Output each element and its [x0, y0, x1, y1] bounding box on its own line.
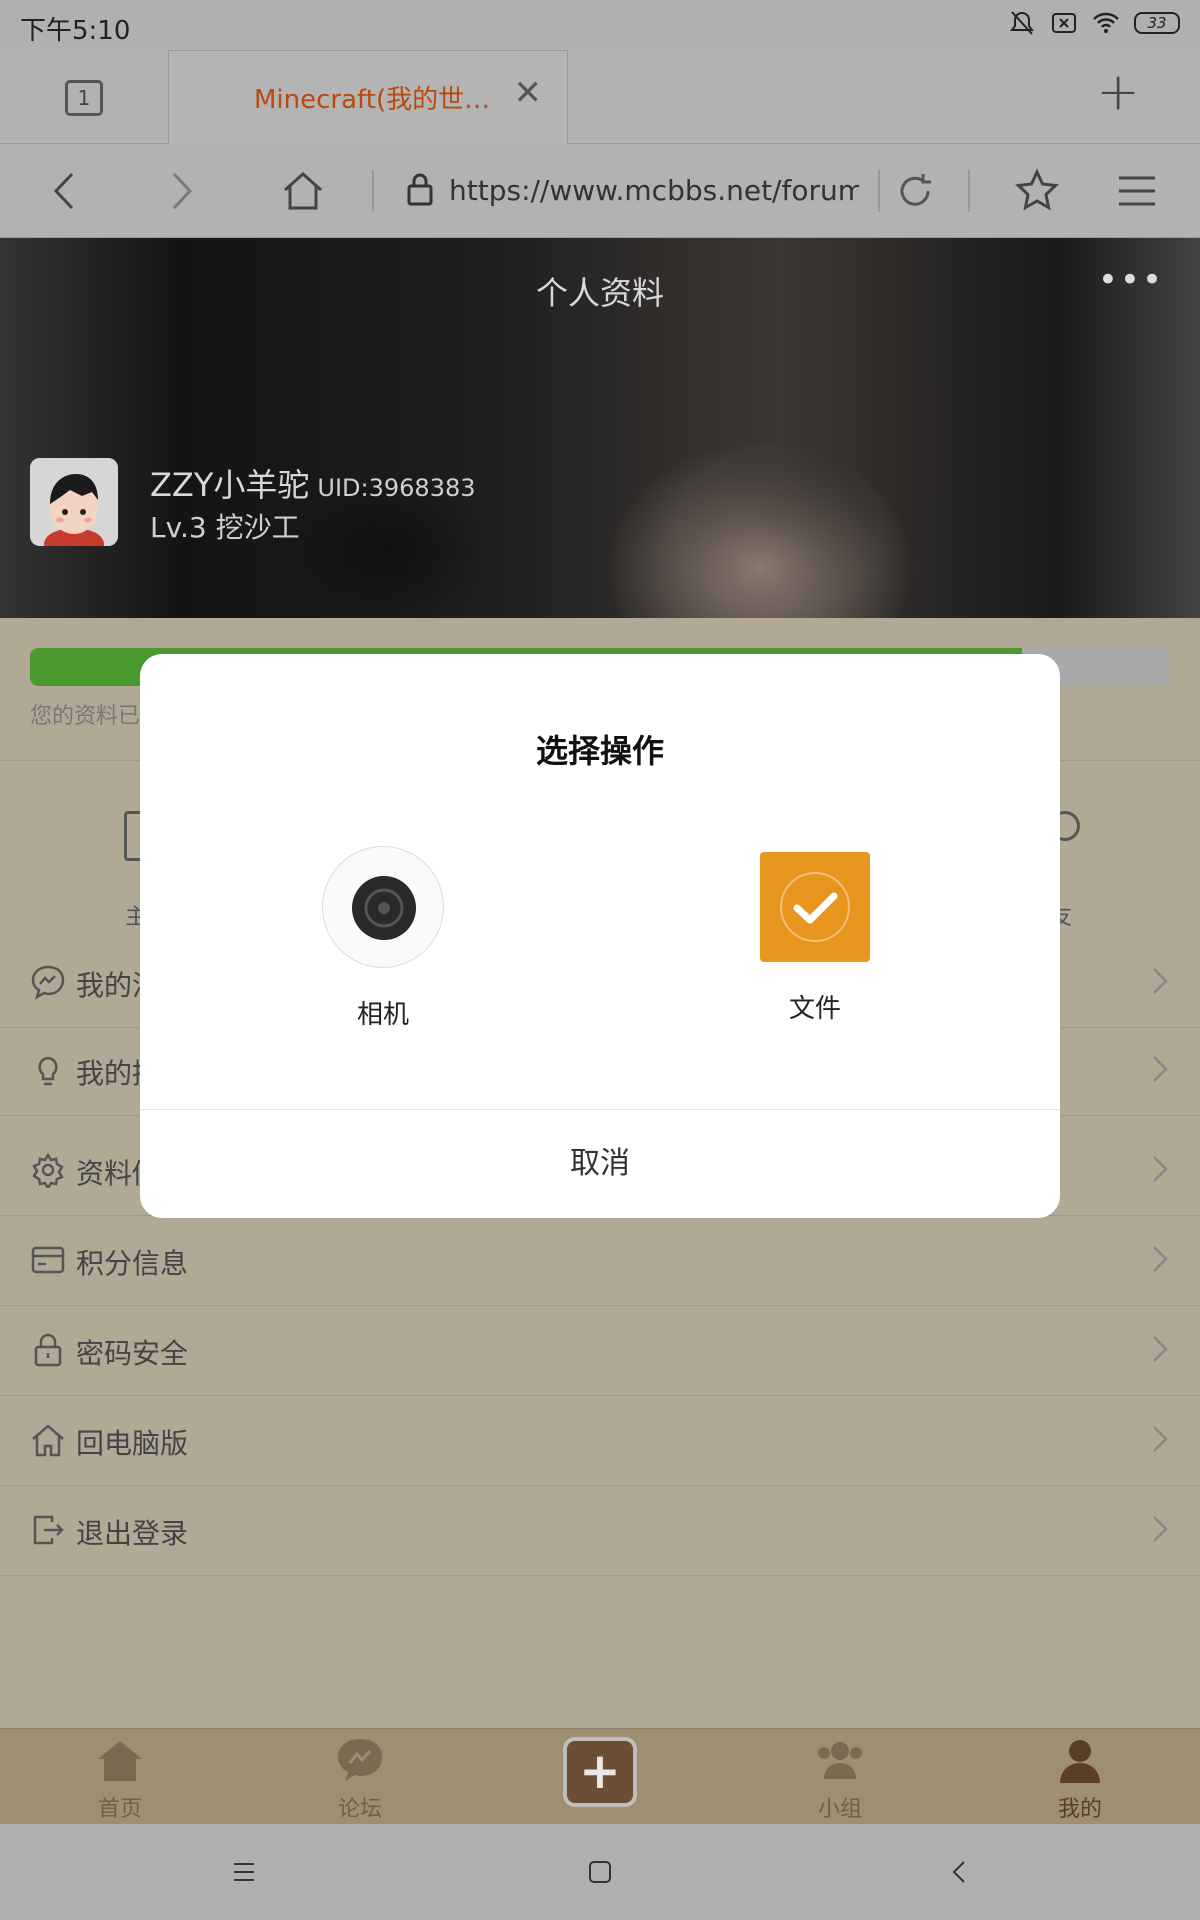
home-icon [98, 1741, 142, 1781]
file-option[interactable]: 文件 [725, 846, 905, 1025]
bottom-nav-forum[interactable]: 论坛 [300, 1737, 420, 1823]
menu-icon[interactable] [1114, 168, 1160, 214]
gear-icon [30, 1152, 66, 1191]
nav-divider [372, 170, 374, 212]
lock-icon [407, 173, 433, 206]
dialog-title: 选择操作 [535, 732, 664, 770]
page-title: 个人资料 [535, 274, 664, 312]
chevron-right-icon [1153, 968, 1168, 994]
profile-header: 个人资料 ••• ZZY小羊驼 UID:3968383 Lv.3 挖沙工 [0, 238, 1200, 618]
home-square-icon[interactable] [588, 1860, 612, 1884]
choose-action-dialog: 选择操作 相机 文件 取消 [140, 654, 1060, 1218]
bottom-nav: 首页 论坛 + 小组 我的 [0, 1728, 1200, 1824]
chevron-right-icon [1153, 1056, 1168, 1082]
username: ZZY小羊驼 UID:3968383 [150, 460, 476, 506]
message-icon [30, 964, 66, 1000]
browser-tab-bar: 1 Minecraft(我的世… ✕ + [0, 50, 1200, 144]
file-check-icon [760, 852, 870, 962]
user-icon [1060, 1740, 1100, 1783]
bottom-nav-label: 小组 [817, 1797, 862, 1822]
menu-item[interactable]: 退出登录 [0, 1486, 1200, 1576]
back-icon[interactable] [42, 168, 88, 214]
chevron-right-icon [1153, 1156, 1168, 1182]
new-tab-icon[interactable]: + [1096, 62, 1140, 122]
chevron-right-icon [1153, 1426, 1168, 1452]
menu-item-label: 退出登录 [76, 1517, 189, 1550]
logout-icon [30, 1512, 66, 1548]
camera-option[interactable]: 相机 [293, 846, 473, 1031]
status-icons: 33 [1008, 10, 1180, 36]
back-nav-icon[interactable] [948, 1860, 972, 1884]
forward-icon[interactable] [158, 168, 204, 214]
browser-nav-bar: https://www.mcbbs.net/forum.ph [0, 144, 1200, 238]
file-option-label: 文件 [788, 994, 841, 1024]
bottom-nav-me[interactable]: 我的 [1020, 1737, 1140, 1823]
bottom-nav-home[interactable]: 首页 [60, 1737, 180, 1823]
system-nav-bar [0, 1824, 1200, 1920]
menu-item[interactable]: 回电脑版 [0, 1396, 1200, 1486]
tab-count-button[interactable]: 1 [65, 80, 103, 116]
camera-icon [322, 846, 444, 968]
user-level: Lv.3 挖沙工 [150, 511, 300, 544]
menu-item-label: 回电脑版 [76, 1427, 189, 1460]
recents-menu-icon[interactable] [232, 1860, 256, 1884]
card-icon [30, 1242, 66, 1278]
reload-icon[interactable] [892, 168, 938, 214]
status-time: 下午5:10 [20, 16, 131, 46]
menu-item[interactable]: 密码安全 [0, 1306, 1200, 1396]
camera-option-label: 相机 [356, 1000, 409, 1030]
bottom-nav-group[interactable]: 小组 [780, 1737, 900, 1823]
close-tab-icon[interactable]: ✕ [514, 73, 543, 113]
status-bar: 下午5:10 33 [0, 0, 1200, 50]
group-icon [818, 1742, 862, 1779]
profile-completion-note: 您的资料已 [30, 704, 141, 729]
url-bar[interactable]: https://www.mcbbs.net/forum.ph [405, 168, 859, 214]
add-post-button[interactable]: + [563, 1737, 637, 1807]
menu-item-label: 积分信息 [76, 1247, 189, 1280]
wifi-icon [1093, 12, 1119, 33]
avatar-image [30, 458, 118, 546]
forum-icon [338, 1739, 382, 1781]
battery-indicator: 33 [1134, 12, 1180, 34]
sim-error-icon [1052, 13, 1076, 33]
avatar[interactable] [30, 458, 118, 546]
menu-item[interactable]: 积分信息 [0, 1216, 1200, 1306]
home-icon [30, 1422, 66, 1458]
menu-item-label: 密码安全 [76, 1337, 189, 1370]
mute-bell-icon [1010, 11, 1034, 35]
home-icon[interactable] [280, 168, 326, 214]
cancel-button[interactable]: 取消 [140, 1109, 1060, 1218]
chevron-right-icon [1153, 1516, 1168, 1542]
bookmark-star-icon[interactable] [1014, 168, 1060, 214]
lock-icon [30, 1332, 66, 1368]
url-text: https://www.mcbbs.net/forum.ph [449, 174, 859, 207]
chevron-right-icon [1153, 1336, 1168, 1362]
bottom-nav-label: 论坛 [337, 1797, 382, 1822]
bottom-nav-label: 首页 [97, 1797, 142, 1822]
bottom-nav-label: 我的 [1057, 1797, 1102, 1822]
chevron-right-icon [1153, 1246, 1168, 1272]
tab-title: Minecraft(我的世… [254, 85, 491, 115]
user-uid: UID:3968383 [317, 474, 476, 502]
active-tab[interactable]: Minecraft(我的世… ✕ [168, 50, 568, 144]
more-options-icon[interactable]: ••• [1098, 260, 1164, 300]
nav-divider [968, 170, 970, 212]
nav-divider [878, 170, 880, 212]
username-text: ZZY小羊驼 [150, 466, 310, 504]
bulb-icon [30, 1052, 66, 1088]
